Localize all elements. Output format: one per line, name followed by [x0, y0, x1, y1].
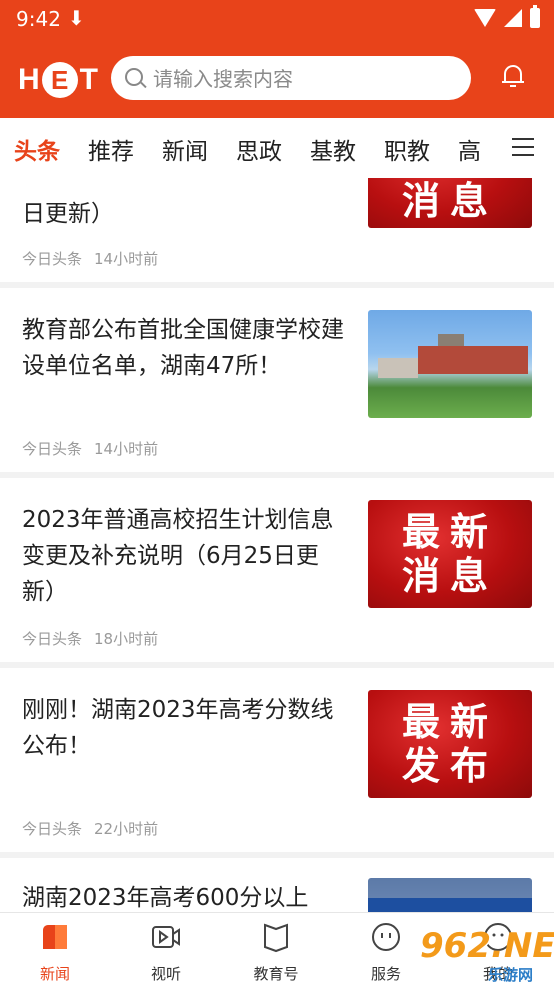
status-time: 9:42: [16, 7, 61, 31]
news-meta: 今日头条 14小时前: [22, 248, 158, 269]
search-input[interactable]: [151, 62, 455, 96]
tab-news[interactable]: 新闻: [162, 130, 208, 166]
download-icon: ⬇: [68, 6, 85, 30]
category-tabs: 头条 推荐 新闻 思政 基教 职教 高: [0, 118, 554, 178]
news-source: 今日头条: [22, 820, 83, 838]
thumb-text: 最新: [401, 700, 498, 744]
signal-icon: [504, 9, 522, 27]
tab-headlines[interactable]: 头条: [14, 130, 60, 166]
nav-label: 新闻: [39, 965, 70, 983]
nav-news[interactable]: 新闻: [15, 921, 95, 984]
tab-basic-edu[interactable]: 基教: [310, 130, 356, 166]
news-source: 今日头条: [22, 440, 83, 458]
news-card[interactable]: 日更新） 今日头条 14小时前 消息: [0, 178, 554, 282]
news-title: 教育部公布首批全国健康学校建设单位名单，湖南47所！: [22, 317, 344, 379]
search-bar[interactable]: [111, 56, 471, 100]
service-face-icon: [372, 923, 400, 951]
logo-letter-e: E: [41, 62, 78, 98]
app-logo: H E T: [18, 62, 98, 98]
news-title: 2023年普通高校招生计划信息变更及补充说明（6月25日更新）: [22, 507, 334, 605]
video-icon: [152, 926, 180, 948]
news-card[interactable]: 2023年普通高校招生计划信息变更及补充说明（6月25日更新） 今日头条 18小时…: [0, 478, 554, 662]
news-time: 18小时前: [94, 630, 159, 648]
site-watermark: 962.NET 乐游网: [414, 918, 554, 984]
nav-label: 视听: [150, 965, 181, 983]
news-source: 今日头条: [22, 630, 83, 648]
news-thumbnail: [368, 310, 532, 418]
thumb-text: 发布: [401, 744, 498, 788]
news-home-icon: [43, 925, 67, 949]
news-card[interactable]: 刚刚！湖南2023年高考分数线公布！ 今日头条 22小时前 最新 发布: [0, 668, 554, 852]
news-card[interactable]: 湖南2023年高考600分以上: [0, 858, 554, 912]
news-meta: 今日头条 18小时前: [22, 628, 158, 649]
tab-higher-edu[interactable]: 高: [458, 130, 481, 166]
thumb-text: 消息: [401, 179, 498, 223]
status-bar: 9:42 ⬇: [0, 0, 554, 38]
news-meta: 今日头条 14小时前: [22, 438, 158, 459]
news-title: 刚刚！湖南2023年高考分数线公布！: [22, 697, 334, 759]
battery-icon: [530, 5, 540, 28]
nav-label: 教育号: [253, 965, 299, 983]
news-thumbnail: 最新 消息: [368, 500, 532, 608]
news-time: 14小时前: [94, 250, 159, 268]
nav-edu-account[interactable]: 教育号: [236, 921, 316, 984]
book-icon: [264, 923, 288, 953]
thumb-text: 消息: [401, 554, 498, 598]
watermark-logo: 962.NET: [420, 926, 554, 966]
thumb-text: 最新: [401, 510, 498, 554]
news-feed: 日更新） 今日头条 14小时前 消息 教育部公布首批全国健康学校建设单位名单，湖南…: [0, 178, 554, 912]
news-title: 湖南2023年高考600分以上: [22, 885, 309, 911]
news-meta: 今日头条 22小时前: [22, 818, 158, 839]
news-card[interactable]: 教育部公布首批全国健康学校建设单位名单，湖南47所！ 今日头条 14小时前: [0, 288, 554, 472]
tab-ideology[interactable]: 思政: [236, 130, 282, 166]
logo-letter-t: T: [79, 63, 98, 96]
wifi-icon: [474, 9, 496, 27]
tab-recommended[interactable]: 推荐: [88, 130, 134, 166]
news-source: 今日头条: [22, 250, 83, 268]
news-thumbnail: [368, 878, 532, 912]
status-icons: [474, 5, 540, 28]
logo-letter-h: H: [18, 63, 40, 96]
news-time: 14小时前: [94, 440, 159, 458]
tabs-menu-icon[interactable]: [512, 138, 534, 158]
news-time: 22小时前: [94, 820, 159, 838]
news-thumbnail: 最新 发布: [368, 690, 532, 798]
tab-vocational[interactable]: 职教: [384, 130, 430, 166]
search-icon: [125, 68, 143, 86]
news-thumbnail: 消息: [368, 178, 532, 228]
nav-video[interactable]: 视听: [126, 921, 206, 984]
bell-icon[interactable]: [500, 62, 526, 88]
news-title: 日更新）: [22, 201, 114, 227]
watermark-text: 乐游网: [488, 966, 534, 984]
app-header: 9:42 ⬇ H E T: [0, 0, 554, 118]
